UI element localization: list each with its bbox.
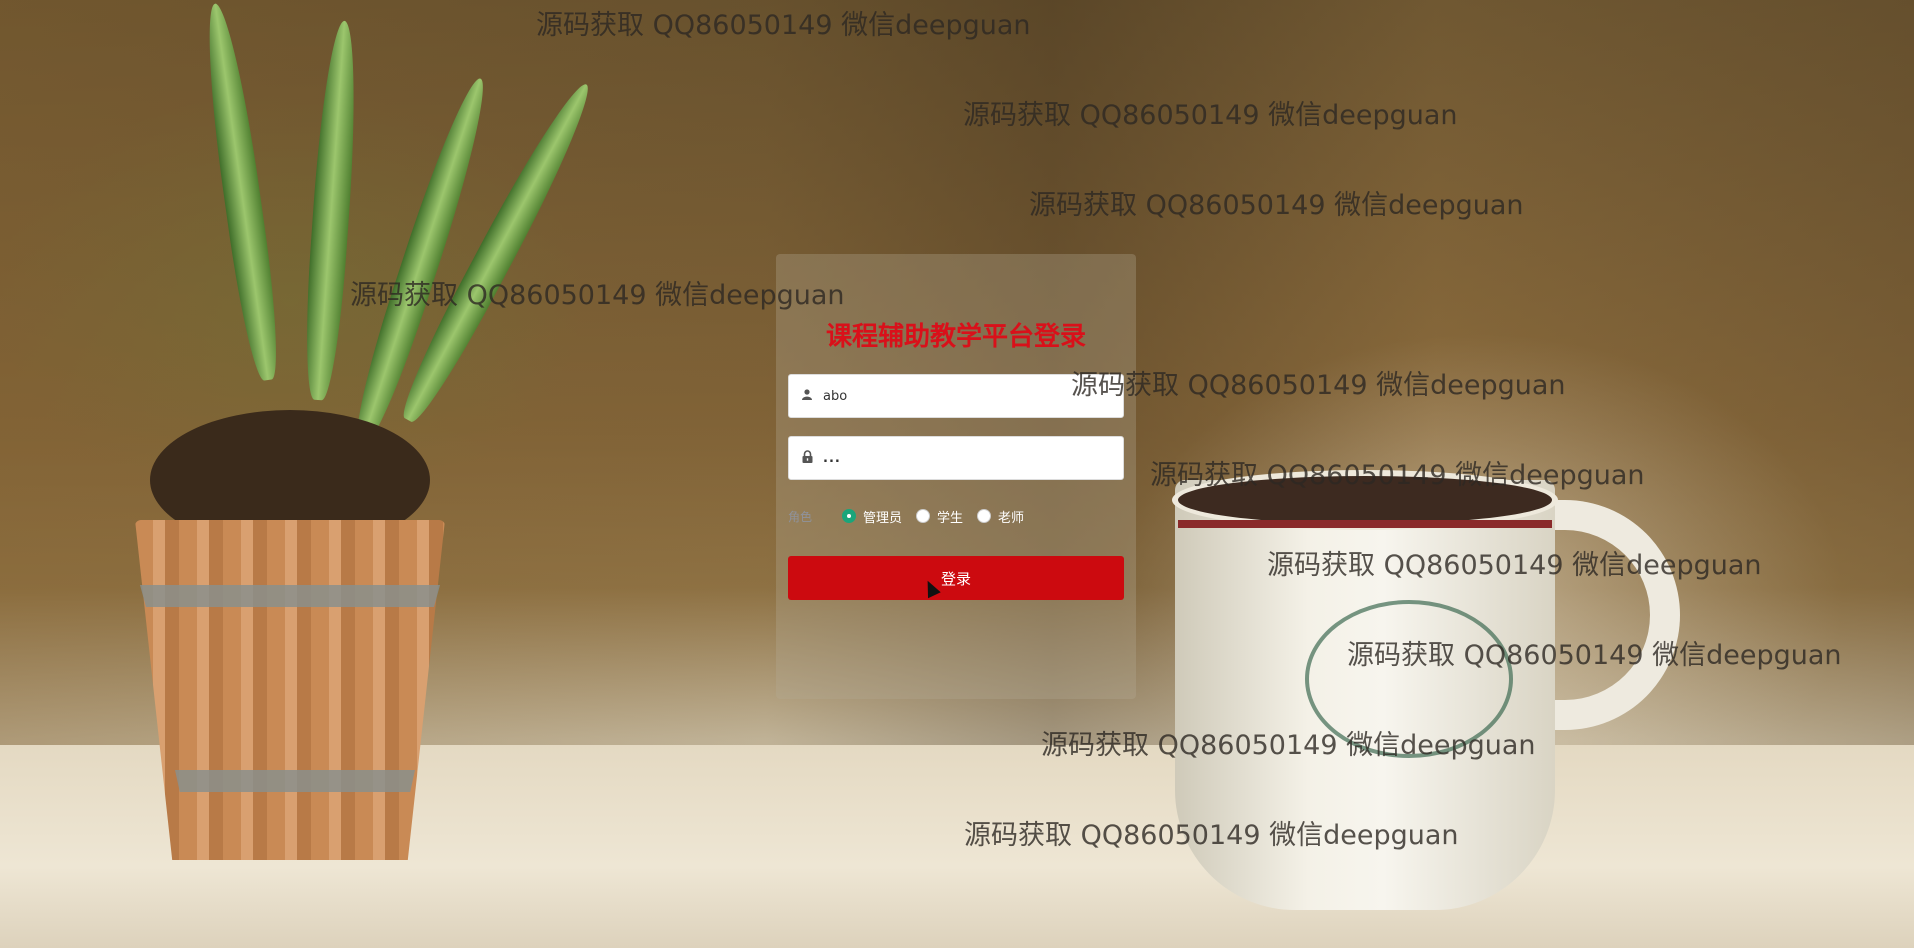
user-icon xyxy=(800,389,814,403)
role-option-label: 管理员 xyxy=(863,510,903,526)
pot-band xyxy=(175,770,415,792)
role-label: 角色 xyxy=(788,509,813,524)
plant-pot xyxy=(135,520,445,860)
login-button[interactable]: 登录 xyxy=(788,556,1124,600)
radio-teacher[interactable] xyxy=(977,509,992,523)
role-option-student[interactable]: 学生 xyxy=(916,507,963,526)
mug-stripe xyxy=(1178,520,1552,528)
role-option-label: 学生 xyxy=(937,510,964,526)
lock-icon xyxy=(800,450,814,466)
role-option-admin[interactable]: 管理员 xyxy=(842,507,902,526)
mug-emblem xyxy=(1305,600,1513,758)
login-panel: 课程辅助教学平台登录 角色 管理员 学生 老师 登录 xyxy=(776,254,1136,699)
pot-band xyxy=(140,585,440,607)
role-option-label: 老师 xyxy=(998,510,1025,526)
password-field[interactable] xyxy=(788,436,1124,480)
radio-admin[interactable] xyxy=(842,509,856,523)
username-field[interactable] xyxy=(788,374,1124,418)
username-input[interactable] xyxy=(823,375,1123,417)
radio-student[interactable] xyxy=(916,509,931,523)
login-title: 课程辅助教学平台登录 xyxy=(825,322,1086,352)
role-option-teacher[interactable]: 老师 xyxy=(977,507,1024,526)
role-selector: 角色 管理员 学生 老师 xyxy=(788,504,1124,528)
password-input[interactable] xyxy=(823,437,1123,479)
